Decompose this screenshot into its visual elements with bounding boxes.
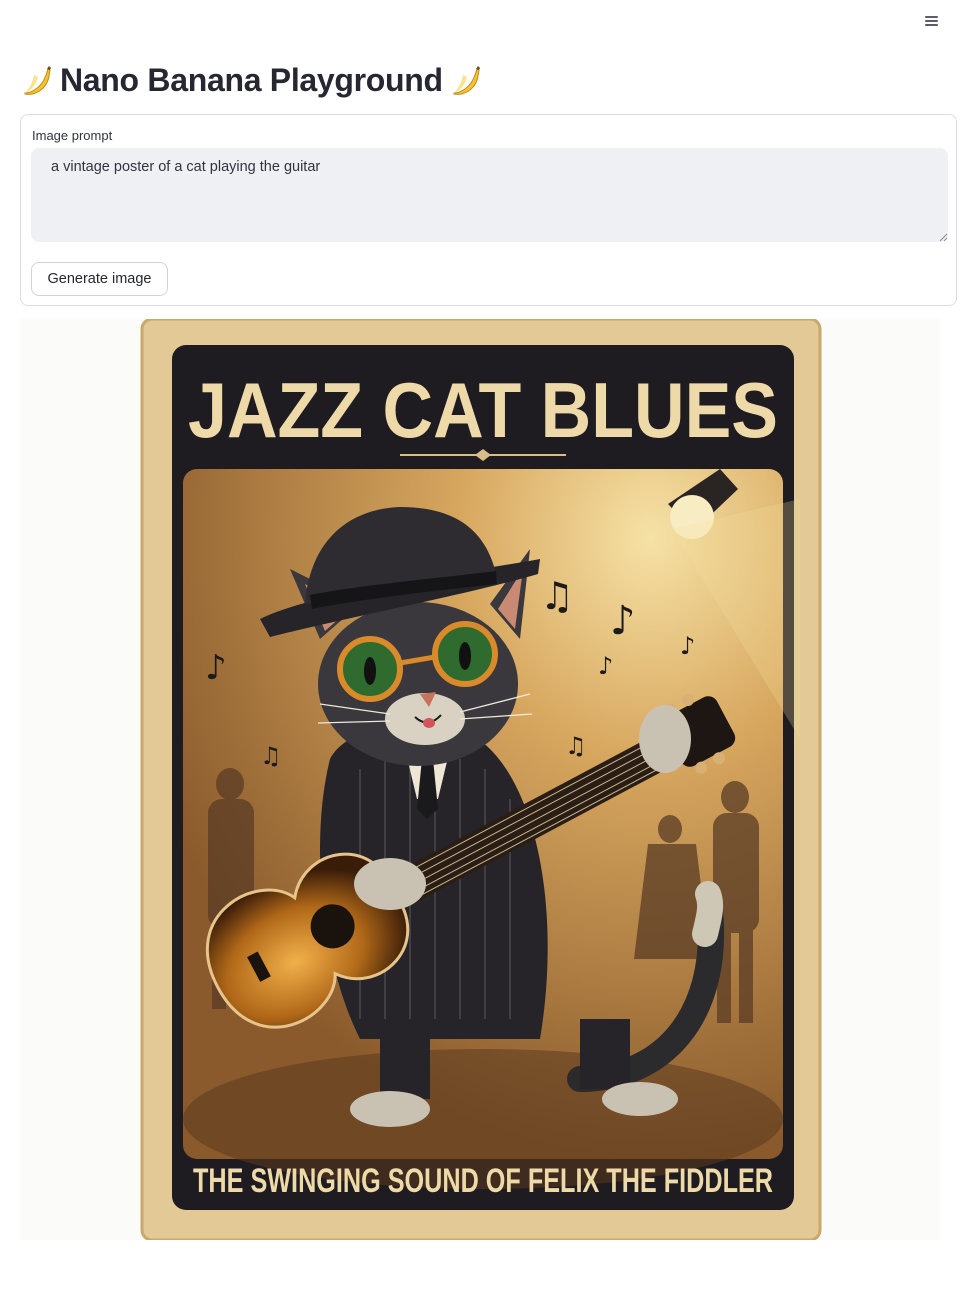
poster-artwork: JAZZ CAT BLUES ♫ ♪ ♪ ♪ ♪ ♫ ♫ THE SWINGIN… <box>140 319 822 1240</box>
main-menu-button[interactable] <box>916 8 946 34</box>
svg-text:♪: ♪ <box>205 648 227 688</box>
svg-text:♪: ♪ <box>680 632 695 660</box>
poster-subtitle: THE SWINGING SOUND OF FELIX THE FIDDLER <box>193 1162 773 1200</box>
svg-text:♫: ♫ <box>260 742 282 770</box>
prompt-form: Image prompt a vintage poster of a cat p… <box>20 114 957 306</box>
svg-text:♪: ♪ <box>610 598 636 644</box>
generated-image: JAZZ CAT BLUES ♫ ♪ ♪ ♪ ♪ ♫ ♫ THE SWINGIN… <box>20 319 940 1240</box>
poster-title: JAZZ CAT BLUES <box>188 366 778 454</box>
prompt-label: Image prompt <box>32 128 113 143</box>
banana-icon <box>453 66 480 95</box>
hamburger-menu-icon <box>924 14 938 28</box>
prompt-textarea[interactable]: a vintage poster of a cat playing the gu… <box>31 148 948 242</box>
svg-text:♪: ♪ <box>598 652 613 680</box>
svg-text:♫: ♫ <box>565 732 587 760</box>
banana-icon <box>24 66 51 95</box>
page-title: Nano Banana Playground <box>20 58 483 102</box>
resize-grip-icon[interactable] <box>939 233 948 242</box>
svg-text:♫: ♫ <box>540 574 574 618</box>
generate-image-button[interactable]: Generate image <box>31 262 168 296</box>
page-title-text: Nano Banana Playground <box>60 61 443 98</box>
